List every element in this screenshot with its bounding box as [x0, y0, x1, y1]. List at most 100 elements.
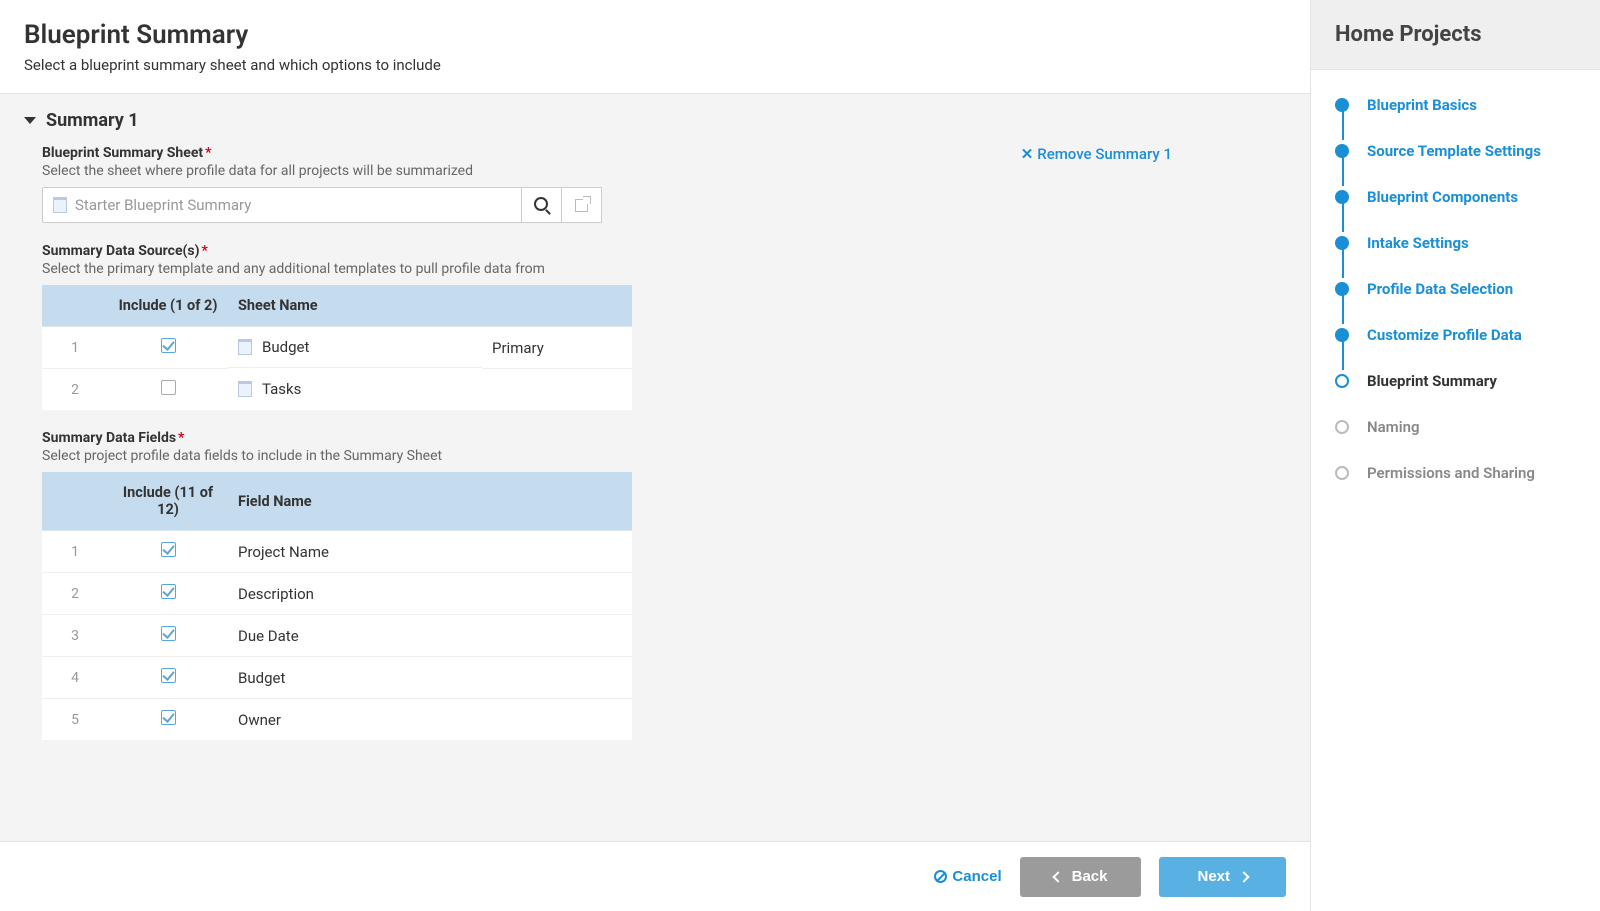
row-number: 4	[42, 657, 108, 699]
wizard-step[interactable]: Blueprint Summary	[1335, 372, 1576, 390]
back-button[interactable]: Back	[1020, 857, 1142, 897]
row-number: 1	[42, 531, 108, 573]
page-subtitle: Select a blueprint summary sheet and whi…	[24, 56, 1286, 74]
field-name-cell: Description	[228, 573, 632, 615]
table-row: 3 Due Date	[42, 615, 632, 657]
data-sources-table: Include (1 of 2) Sheet Name 1BudgetPrima…	[42, 285, 632, 410]
sheet-name-cell: Budget	[228, 327, 482, 368]
chevron-right-icon	[1238, 871, 1249, 882]
chevron-left-icon	[1052, 871, 1063, 882]
remove-summary-link[interactable]: ✕ Remove Summary 1	[1021, 145, 1172, 163]
step-label: Blueprint Basics	[1367, 96, 1477, 114]
sheet-icon	[238, 339, 252, 355]
data-fields-label: Summary Data Fields*	[42, 430, 1172, 446]
step-dot-icon	[1335, 374, 1349, 388]
step-dot-icon	[1335, 236, 1349, 250]
field-name-cell: Budget	[228, 657, 632, 699]
include-checkbox[interactable]	[161, 380, 176, 395]
row-number: 2	[42, 369, 108, 411]
sidebar: Home Projects Blueprint Basics Source Tem…	[1310, 0, 1600, 911]
sheet-icon	[238, 381, 252, 397]
wizard-step[interactable]: Intake Settings	[1335, 234, 1576, 252]
search-sheet-button[interactable]	[522, 187, 562, 223]
step-label: Intake Settings	[1367, 234, 1469, 252]
step-connector	[1342, 294, 1344, 324]
col-include-fields: Include (11 of 12)	[108, 472, 228, 531]
wizard-step[interactable]: Naming	[1335, 418, 1576, 436]
summary-sheet-help: Select the sheet where profile data for …	[42, 163, 1172, 179]
cancel-icon	[934, 870, 947, 883]
step-label: Profile Data Selection	[1367, 280, 1513, 298]
section-summary-sheet: ✕ Remove Summary 1 Blueprint Summary She…	[42, 145, 1172, 223]
step-label: Blueprint Summary	[1367, 372, 1497, 390]
next-button[interactable]: Next	[1159, 857, 1286, 897]
step-dot-icon	[1335, 98, 1349, 112]
content-scroll[interactable]: Summary 1 ✕ Remove Summary 1 Blueprint S…	[0, 93, 1310, 841]
row-number: 2	[42, 573, 108, 615]
search-icon	[535, 198, 549, 212]
wizard-step[interactable]: Blueprint Basics	[1335, 96, 1576, 114]
row-number: 3	[42, 615, 108, 657]
sidebar-title: Home Projects	[1335, 22, 1576, 47]
field-name-cell: Owner	[228, 699, 632, 741]
step-dot-icon	[1335, 328, 1349, 342]
include-checkbox[interactable]	[161, 542, 176, 557]
step-dot-icon	[1335, 144, 1349, 158]
collapse-caret-icon[interactable]	[24, 117, 36, 124]
step-connector	[1342, 202, 1344, 232]
page-header: Blueprint Summary Select a blueprint sum…	[0, 0, 1310, 93]
field-name-cell: Project Name	[228, 531, 632, 573]
col-sheet-name: Sheet Name	[228, 285, 482, 327]
wizard-step[interactable]: Source Template Settings	[1335, 142, 1576, 160]
table-row: 1 Project Name	[42, 531, 632, 573]
step-label: Naming	[1367, 418, 1420, 436]
data-sources-label: Summary Data Source(s)*	[42, 243, 1172, 259]
col-field-name: Field Name	[228, 472, 632, 531]
step-label: Customize Profile Data	[1367, 326, 1522, 344]
wizard-step[interactable]: Blueprint Components	[1335, 188, 1576, 206]
open-sheet-button	[562, 187, 602, 223]
include-checkbox[interactable]	[161, 338, 176, 353]
remove-summary-label: Remove Summary 1	[1037, 145, 1172, 163]
field-name-cell: Due Date	[228, 615, 632, 657]
step-dot-icon	[1335, 282, 1349, 296]
summary-title: Summary 1	[46, 110, 139, 131]
include-checkbox[interactable]	[161, 668, 176, 683]
close-icon: ✕	[1021, 145, 1034, 163]
include-checkbox[interactable]	[161, 710, 176, 725]
sheet-icon	[53, 197, 67, 213]
step-label: Permissions and Sharing	[1367, 464, 1535, 482]
table-row: 1BudgetPrimary	[42, 327, 632, 369]
step-connector	[1342, 340, 1344, 370]
step-dot-icon	[1335, 466, 1349, 480]
step-connector	[1342, 110, 1344, 140]
table-row: 2Tasks	[42, 369, 632, 411]
step-label: Blueprint Components	[1367, 188, 1518, 206]
step-label: Source Template Settings	[1367, 142, 1541, 160]
section-data-fields: Summary Data Fields* Select project prof…	[42, 430, 1172, 740]
step-dot-icon	[1335, 420, 1349, 434]
data-sources-help: Select the primary template and any addi…	[42, 261, 1172, 277]
col-include: Include (1 of 2)	[108, 285, 228, 327]
include-checkbox[interactable]	[161, 584, 176, 599]
table-row: 2 Description	[42, 573, 632, 615]
row-number: 1	[42, 327, 108, 369]
section-data-sources: Summary Data Source(s)* Select the prima…	[42, 243, 1172, 410]
data-fields-table: Include (11 of 12) Field Name 1 Project N…	[42, 472, 632, 740]
include-checkbox[interactable]	[161, 626, 176, 641]
wizard-step[interactable]: Customize Profile Data	[1335, 326, 1576, 344]
cancel-button[interactable]: Cancel	[934, 868, 1001, 885]
table-row: 5 Owner	[42, 699, 632, 741]
step-connector	[1342, 156, 1344, 186]
wizard-step[interactable]: Permissions and Sharing	[1335, 464, 1576, 482]
row-number: 5	[42, 699, 108, 741]
summary-sheet-placeholder: Starter Blueprint Summary	[75, 196, 251, 214]
sidebar-header: Home Projects	[1311, 0, 1600, 70]
wizard-steps: Blueprint Basics Source Template Settings…	[1311, 70, 1600, 508]
summary-sheet-input[interactable]: Starter Blueprint Summary	[42, 187, 522, 223]
primary-tag	[482, 369, 632, 411]
table-row: 4 Budget	[42, 657, 632, 699]
wizard-step[interactable]: Profile Data Selection	[1335, 280, 1576, 298]
summary-sheet-label: Blueprint Summary Sheet*	[42, 145, 1172, 161]
footer: Cancel Back Next	[0, 841, 1310, 911]
